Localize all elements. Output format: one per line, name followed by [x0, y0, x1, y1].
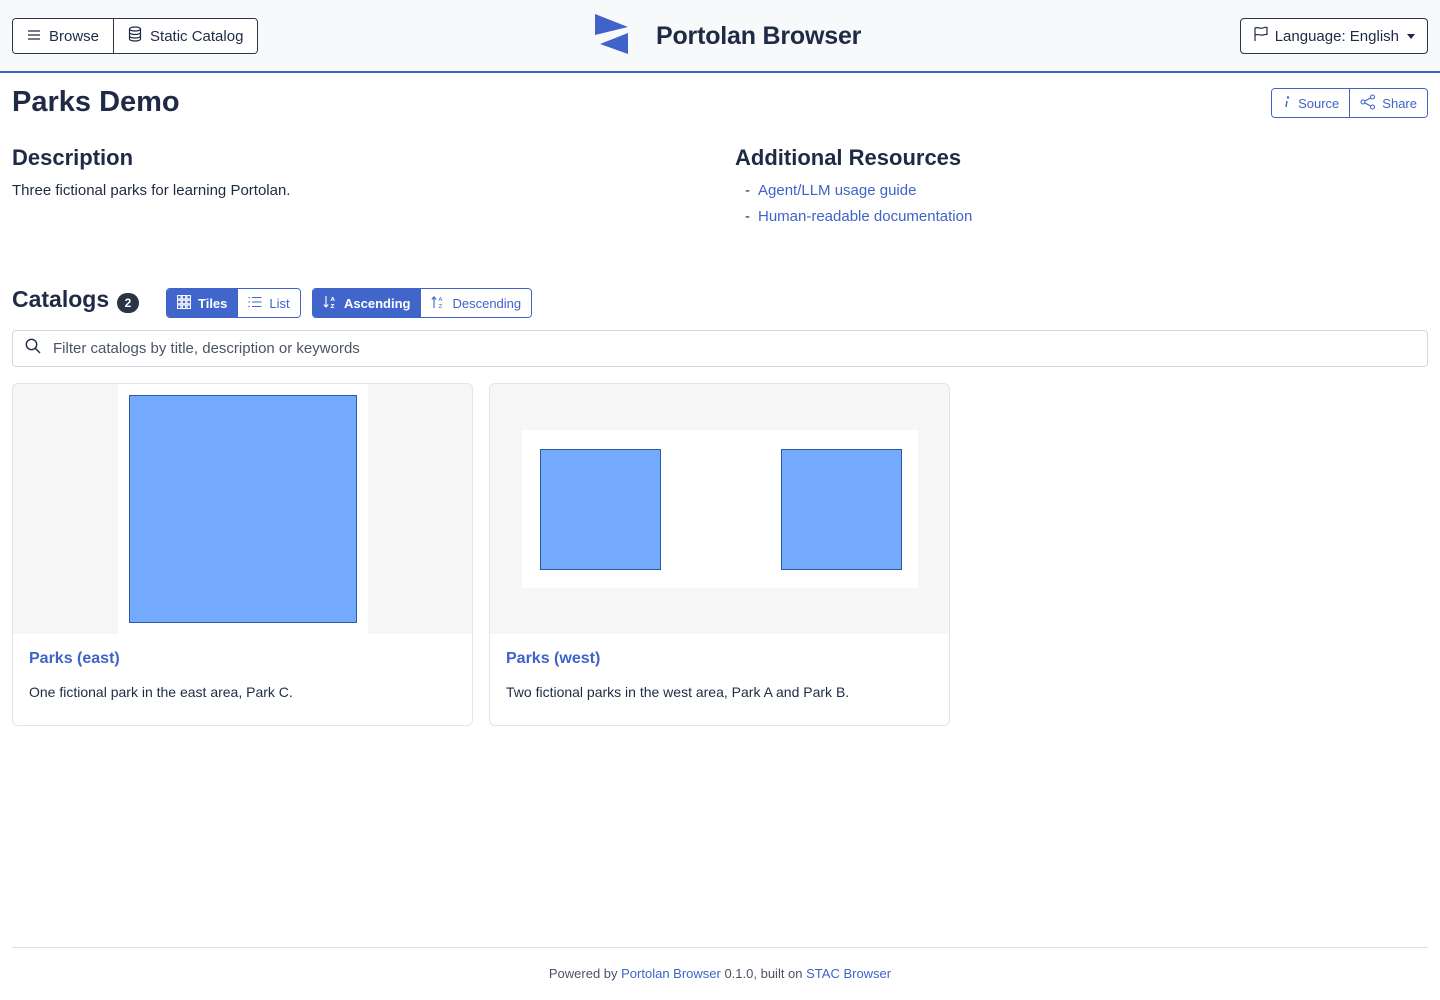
menu-icon: [27, 28, 41, 45]
footer: Powered by Portolan Browser 0.1.0, built…: [0, 966, 1440, 981]
catalog-card-parks-east[interactable]: Parks (east) One fictional park in the e…: [12, 383, 473, 726]
ascending-label: Ascending: [344, 295, 411, 311]
list-view-button[interactable]: List: [237, 289, 300, 317]
svg-text:Z: Z: [439, 304, 443, 309]
header-nav-group: Browse Static Catalog: [12, 18, 259, 54]
catalog-card-title[interactable]: Parks (west): [506, 650, 600, 668]
sort-ascending-icon: AZ: [323, 295, 337, 312]
browse-label: Browse: [49, 27, 100, 45]
park-b-polygon: [781, 449, 902, 570]
catalog-card-title[interactable]: Parks (east): [29, 650, 120, 668]
catalog-card-parks-west[interactable]: Parks (west) Two fictional parks in the …: [489, 383, 950, 726]
catalogs-heading: Catalogs: [12, 286, 110, 312]
browse-button[interactable]: Browse: [13, 19, 114, 53]
catalog-filter-box: [12, 330, 1428, 367]
catalogs-count-badge: 2: [117, 293, 139, 313]
database-icon: [128, 26, 142, 46]
descending-label: Descending: [452, 295, 522, 311]
tiles-label: Tiles: [198, 295, 228, 311]
map-extent: [118, 384, 368, 634]
agent-llm-guide-link[interactable]: Agent/LLM usage guide: [758, 182, 916, 208]
language-dropdown[interactable]: Language: English: [1239, 18, 1428, 54]
top-header: Browse Static Catalog Portolan Browser L…: [0, 0, 1440, 73]
caret-down-icon: [1407, 33, 1415, 39]
catalog-filter-input[interactable]: [53, 340, 1353, 357]
flag-icon: [1253, 26, 1269, 46]
park-c-polygon: [129, 395, 357, 623]
brand[interactable]: Portolan Browser: [594, 13, 862, 60]
list-item: - Agent/LLM usage guide: [745, 182, 972, 208]
grid-icon: [176, 294, 192, 312]
map-extent: [522, 430, 918, 588]
sort-descending-button[interactable]: AZ Descending: [420, 289, 532, 317]
svg-text:Z: Z: [331, 304, 335, 309]
static-catalog-label: Static Catalog: [150, 27, 244, 45]
stac-browser-link[interactable]: STAC Browser: [806, 966, 891, 981]
svg-text:A: A: [331, 297, 336, 303]
brand-title: Portolan Browser: [656, 21, 862, 50]
human-docs-link[interactable]: Human-readable documentation: [758, 208, 972, 234]
info-icon: [1282, 95, 1292, 112]
catalog-thumbnail-map: [13, 384, 472, 634]
portolan-browser-link[interactable]: Portolan Browser: [621, 966, 721, 981]
svg-text:A: A: [439, 297, 443, 303]
list-icon: [248, 296, 262, 311]
description-text: Three fictional parks for learning Porto…: [12, 182, 291, 199]
description-heading: Description: [12, 145, 134, 170]
page-actions: Source Share: [1271, 88, 1428, 118]
sort-descending-icon: AZ: [431, 295, 445, 312]
sort-toggle-group: AZ Ascending AZ Descending: [312, 288, 533, 318]
catalog-card-description: Two fictional parks in the west area, Pa…: [506, 684, 850, 700]
sort-ascending-button[interactable]: AZ Ascending: [313, 289, 421, 317]
source-button[interactable]: Source: [1272, 89, 1350, 117]
list-label: List: [269, 295, 290, 311]
list-item: - Human-readable documentation: [745, 208, 972, 234]
portolan-logo-icon: [594, 13, 630, 60]
source-label: Source: [1298, 95, 1340, 111]
park-a-polygon: [540, 449, 661, 570]
share-icon: [1360, 93, 1376, 113]
catalog-thumbnail-map: [490, 384, 949, 634]
additional-resources-heading: Additional Resources: [735, 145, 962, 170]
language-label: Language: English: [1274, 27, 1399, 45]
catalog-card-description: One fictional park in the east area, Par…: [29, 684, 293, 700]
page-title: Parks Demo: [12, 86, 180, 118]
resources-list: - Agent/LLM usage guide - Human-readable d…: [745, 182, 972, 234]
share-button[interactable]: Share: [1349, 89, 1427, 117]
view-toggle-group: Tiles List: [166, 288, 301, 318]
footer-divider: [12, 947, 1428, 948]
tiles-view-button[interactable]: Tiles: [167, 289, 238, 317]
footer-middle: 0.1.0, built on: [720, 966, 807, 981]
search-icon: [25, 338, 41, 359]
static-catalog-button[interactable]: Static Catalog: [113, 19, 258, 53]
footer-prefix: Powered by: [548, 966, 622, 981]
share-label: Share: [1382, 95, 1417, 111]
